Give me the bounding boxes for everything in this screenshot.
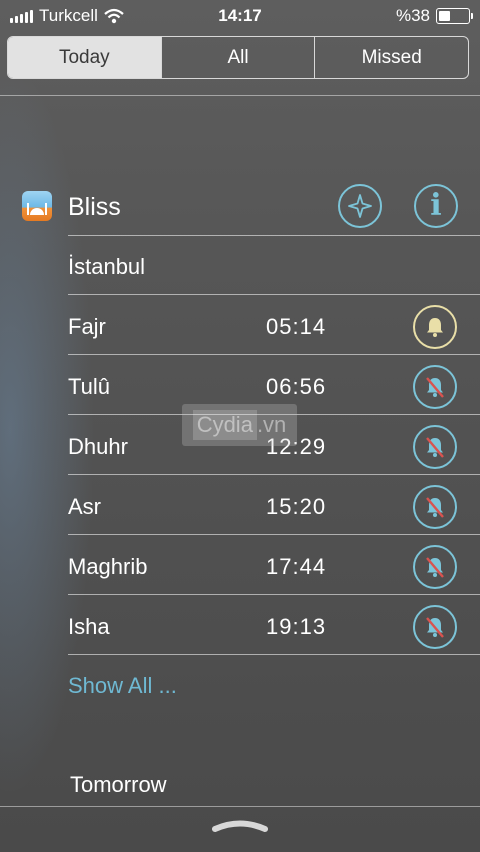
tab-all[interactable]: All [162, 37, 316, 78]
compass-star-icon [348, 194, 372, 218]
show-all-link[interactable]: Show All ... [68, 673, 177, 699]
divider [68, 294, 480, 295]
divider [0, 806, 480, 807]
alarm-toggle[interactable] [413, 425, 457, 469]
battery-icon [436, 8, 473, 24]
info-icon: i [430, 188, 442, 223]
watermark-text: Cydia [192, 410, 257, 440]
status-bar: Turkcell 14:17 %38 [0, 0, 480, 32]
watermark-suffix: .vn [256, 412, 287, 437]
bell-icon [427, 318, 443, 337]
divider [68, 594, 480, 595]
watermark: Cydia .vn [182, 404, 297, 446]
bell-muted-icon [426, 377, 444, 398]
alarm-toggle[interactable] [413, 545, 457, 589]
prayer-row-asr: Asr 15:20 [0, 476, 480, 536]
prayer-name: Asr [68, 494, 101, 519]
bliss-app-icon [22, 191, 52, 221]
notification-tabs: Today All Missed [7, 36, 469, 79]
divider [68, 235, 480, 236]
tomorrow-section-title: Tomorrow [70, 772, 167, 797]
divider [68, 474, 480, 475]
prayer-row-isha: Isha 19:13 [0, 596, 480, 656]
prayer-time: 19:13 [266, 614, 327, 639]
prayer-time: 15:20 [266, 494, 327, 519]
battery-percent: %38 [395, 6, 430, 25]
divider [68, 354, 480, 355]
pull-up-grabber[interactable] [212, 818, 268, 834]
divider [68, 534, 480, 535]
prayer-name: Isha [68, 614, 110, 639]
prayer-time: 05:14 [266, 314, 327, 339]
prayer-row-maghrib: Maghrib 17:44 [0, 536, 480, 596]
divider [0, 95, 480, 96]
bell-muted-icon [426, 557, 444, 578]
prayer-row-fajr: Fajr 05:14 [0, 296, 480, 356]
bell-muted-icon [426, 437, 444, 458]
city-name: İstanbul [68, 254, 146, 279]
signal-strength-icon [10, 9, 33, 23]
tab-missed[interactable]: Missed [315, 37, 468, 78]
alarm-toggle[interactable] [413, 305, 457, 349]
wifi-icon [104, 8, 124, 24]
alarm-toggle[interactable] [413, 605, 457, 649]
prayer-name: Fajr [68, 314, 106, 339]
prayer-time: 17:44 [266, 554, 327, 579]
prayer-time: 06:56 [266, 374, 327, 399]
alarm-toggle[interactable] [413, 485, 457, 529]
tab-today[interactable]: Today [8, 37, 162, 78]
bell-muted-icon [426, 617, 444, 638]
alarm-toggle[interactable] [413, 365, 457, 409]
prayer-name: Dhuhr [68, 434, 128, 459]
carrier-name: Turkcell [39, 6, 98, 25]
widget-title: Bliss [68, 193, 121, 221]
prayer-name: Tulû [68, 374, 110, 399]
info-button[interactable]: i [414, 184, 458, 228]
bell-muted-icon [426, 497, 444, 518]
widget-header: Bliss i [0, 180, 480, 235]
qibla-compass-button[interactable] [338, 184, 382, 228]
divider [68, 654, 480, 655]
prayer-name: Maghrib [68, 554, 148, 579]
